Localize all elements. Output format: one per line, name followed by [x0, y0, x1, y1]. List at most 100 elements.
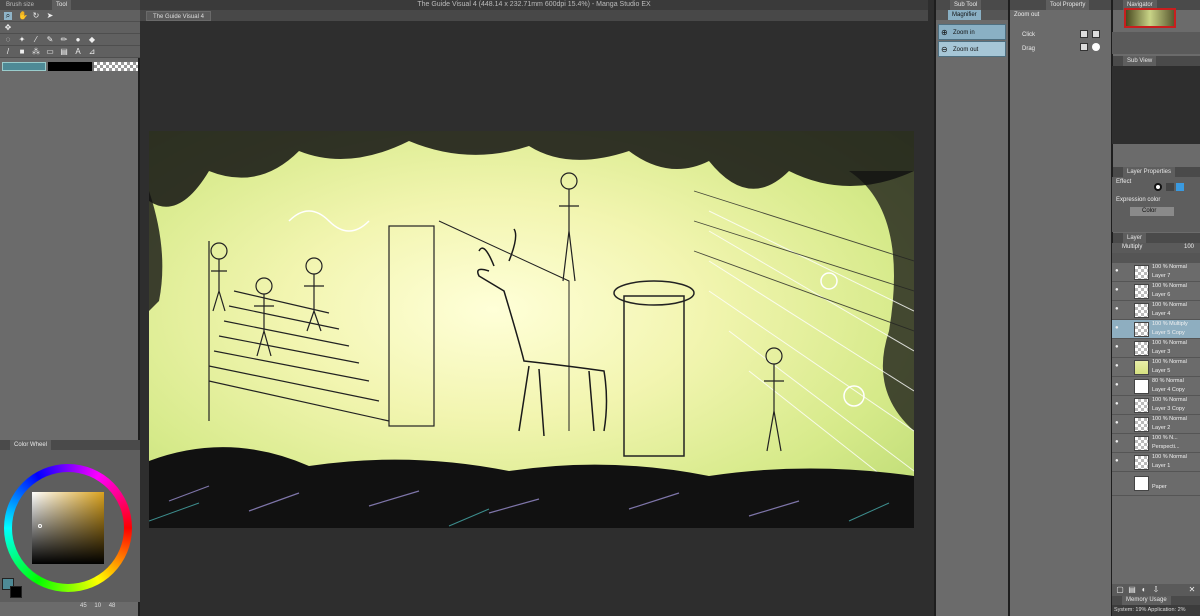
layer-thumbnail [1134, 265, 1149, 280]
color-picker-cursor[interactable] [38, 524, 42, 528]
main-color-swatch[interactable] [2, 62, 46, 71]
layer-row[interactable]: ● 80 % Normal Layer 4 Copy [1112, 377, 1200, 396]
saturation-value: 10 [94, 603, 102, 609]
move-layer-icon[interactable]: ✥ [4, 24, 12, 32]
effect-color-icon[interactable] [1176, 183, 1184, 191]
eye-icon[interactable]: ● [1115, 420, 1121, 426]
wand-icon[interactable]: ✦ [18, 36, 26, 44]
expression-color-select[interactable]: Color [1130, 207, 1174, 216]
mask-icon[interactable]: ◐ [1140, 586, 1148, 594]
eye-icon[interactable]: ● [1115, 382, 1121, 388]
eye-icon[interactable]: ● [1115, 401, 1121, 407]
pencil-icon[interactable]: ✏ [60, 36, 68, 44]
background-color-box[interactable] [10, 586, 22, 598]
drag-zoom-option[interactable] [1092, 43, 1100, 51]
blend-icon[interactable]: ● [74, 36, 82, 44]
eyedropper-icon[interactable]: ⁄ [32, 36, 40, 44]
tab-brush-size[interactable]: Brush size [2, 0, 38, 10]
layer-thumbnail [1134, 284, 1149, 299]
brush-icon[interactable]: / [4, 48, 12, 56]
layer-opacity[interactable]: 100 [1184, 244, 1194, 250]
tool-row-1: ⌕ ✋ ↻ ➤ [0, 10, 140, 22]
navigator-controls[interactable] [1112, 32, 1200, 54]
left-tab-bar: Brush size Tool [0, 0, 140, 10]
text-icon[interactable]: A [74, 48, 82, 56]
eye-icon[interactable]: ● [1115, 268, 1121, 274]
effect-border-icon[interactable] [1154, 183, 1162, 191]
gradient-icon[interactable]: ▤ [60, 48, 68, 56]
eye-icon[interactable]: ● [1115, 439, 1121, 445]
document-tab[interactable]: The Guide Visual 4 [146, 11, 211, 21]
tab-layer[interactable]: Layer [1123, 233, 1147, 243]
blend-mode-select[interactable]: Multiply [1122, 244, 1142, 250]
tab-tool-property[interactable]: Tool Property [1046, 0, 1090, 10]
eraser-icon[interactable]: ■ [18, 48, 26, 56]
layer-name: Layer 2 [1152, 425, 1171, 431]
layer-thumbnail [1134, 476, 1149, 491]
layer-row[interactable]: ● 100 % Normal Layer 3 [1112, 339, 1200, 358]
tab-sub-view[interactable]: Sub View [1123, 56, 1157, 66]
tab-magnifier[interactable]: Magnifier [948, 10, 981, 20]
layer-list-empty-area [1112, 496, 1200, 584]
merge-icon[interactable]: ⇩ [1152, 586, 1160, 594]
window-title: The Guide Visual 4 (448.14 x 232.71mm 60… [140, 0, 928, 10]
zoom-out-icon: ⊖ [941, 45, 948, 54]
tab-color-wheel[interactable]: Color Wheel [10, 440, 52, 450]
operation-icon[interactable]: ➤ [46, 12, 54, 20]
layer-row[interactable]: ● 100 % Normal Layer 6 [1112, 282, 1200, 301]
click-zoom-option[interactable] [1092, 30, 1100, 38]
pen-icon[interactable]: ✎ [46, 36, 54, 44]
layer-mode: 100 % Normal [1152, 416, 1187, 422]
artwork-canvas[interactable] [149, 131, 914, 528]
layer-row[interactable]: ● 100 % Normal Layer 4 [1112, 301, 1200, 320]
tab-tool[interactable]: Tool [52, 0, 72, 10]
tool-property-header: Zoom out [1014, 12, 1040, 18]
tab-memory-usage[interactable]: Memory Usage [1122, 596, 1171, 605]
color-wheel-tab-bar: Color Wheel [0, 440, 140, 450]
layer-row[interactable]: ● 100 % Normal Layer 7 [1112, 263, 1200, 282]
layer-properties-body: Effect Expression color Color [1112, 177, 1200, 232]
layer-row[interactable]: ● 100 % Normal Layer 5 [1112, 358, 1200, 377]
sketch-illustration [149, 131, 914, 528]
navigator-preview[interactable] [1124, 8, 1176, 28]
figure-icon[interactable]: ▭ [46, 48, 54, 56]
layer-mode: 100 % N... [1152, 435, 1178, 441]
fill-icon[interactable]: ◆ [88, 36, 96, 44]
decoration-icon[interactable]: ⁂ [32, 48, 40, 56]
tab-layer-properties[interactable]: Layer Properties [1123, 167, 1176, 177]
saturation-value-square[interactable] [32, 492, 104, 564]
eye-icon[interactable]: ● [1115, 287, 1121, 293]
eye-icon[interactable]: ● [1115, 363, 1121, 369]
layer-row[interactable]: ● 100 % N... Perspecti... [1112, 434, 1200, 453]
layer-row[interactable]: ● 100 % Normal Layer 2 [1112, 415, 1200, 434]
magnifier-icon[interactable]: ⌕ [4, 12, 12, 20]
tab-sub-tool[interactable]: Sub Tool [950, 0, 982, 10]
layer-row-selected[interactable]: ● 100 % Multiply Layer 5 Copy [1112, 320, 1200, 339]
drag-zoom-toggle[interactable] [1080, 43, 1088, 51]
lasso-icon[interactable]: ◌ [4, 36, 12, 44]
click-zoom-toggle[interactable] [1080, 30, 1088, 38]
sub-view-area[interactable] [1112, 66, 1200, 144]
layer-name: Layer 3 Copy [1152, 406, 1185, 412]
hand-icon[interactable]: ✋ [18, 12, 28, 20]
layer-row-paper[interactable]: Paper [1112, 472, 1200, 496]
layer-thumbnail [1134, 303, 1149, 318]
ruler-icon[interactable]: ⊿ [88, 48, 96, 56]
layer-row[interactable]: ● 100 % Normal Layer 1 [1112, 453, 1200, 472]
layer-row[interactable]: ● 100 % Normal Layer 3 Copy [1112, 396, 1200, 415]
eye-icon[interactable]: ● [1115, 306, 1121, 312]
sub-tool-zoom-in[interactable]: ⊕ Zoom in [938, 24, 1006, 40]
effect-label: Effect [1116, 179, 1132, 185]
effect-tone-icon[interactable] [1166, 183, 1174, 191]
eye-icon[interactable]: ● [1115, 344, 1121, 350]
eye-icon[interactable]: ● [1115, 458, 1121, 464]
eye-icon[interactable]: ● [1115, 325, 1121, 331]
tool-property-panel: Tool Property Zoom out Click Drag [1008, 0, 1113, 616]
sub-tool-zoom-out[interactable]: ⊖ Zoom out [938, 41, 1006, 57]
new-folder-icon[interactable]: ▤ [1128, 586, 1136, 594]
trash-icon[interactable]: ✕ [1188, 586, 1196, 594]
new-layer-icon[interactable]: ▢ [1116, 586, 1124, 594]
sub-color-swatch[interactable] [48, 62, 92, 71]
transparent-color-swatch[interactable] [94, 62, 138, 71]
rotate-icon[interactable]: ↻ [32, 12, 40, 20]
